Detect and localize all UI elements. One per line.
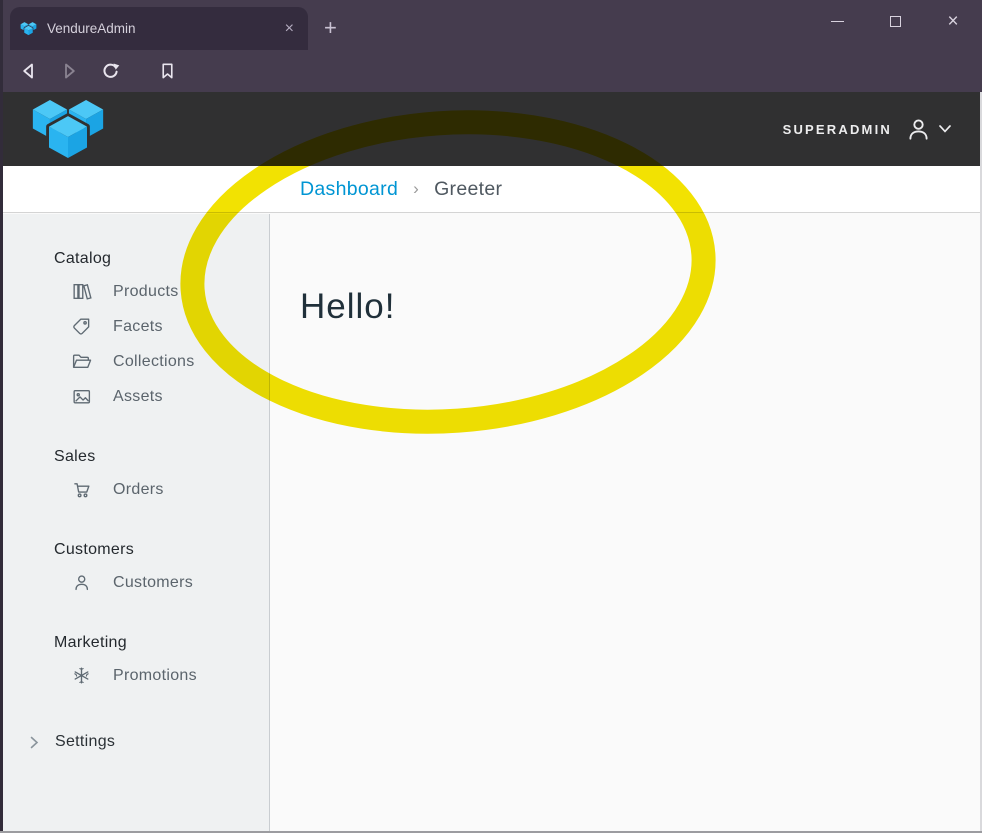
user-icon — [905, 116, 932, 143]
sidebar-item-customers[interactable]: Customers — [0, 565, 269, 600]
shopping-cart-icon — [70, 479, 92, 501]
sidebar-item-assets[interactable]: Assets — [0, 379, 269, 414]
tab-title: VendureAdmin — [47, 21, 273, 36]
section-title: Catalog — [54, 250, 269, 268]
forward-button[interactable] — [52, 50, 86, 92]
sidebar-item-collections[interactable]: Collections — [0, 344, 269, 379]
sidebar-item-facets[interactable]: Facets — [0, 309, 269, 344]
sidebar-item-label: Promotions — [113, 667, 197, 685]
close-icon: × — [947, 12, 958, 31]
sidebar-item-label: Assets — [113, 388, 163, 406]
sidebar-section-catalog: Catalog Products Facets — [0, 250, 269, 414]
breadcrumb-separator-icon: › — [413, 179, 419, 199]
sidebar-item-label: Collections — [113, 353, 195, 371]
image-icon — [70, 386, 92, 408]
browser-titlebar: VendureAdmin × + × — [0, 0, 982, 50]
section-title: Marketing — [54, 634, 269, 652]
sidebar-item-orders[interactable]: Orders — [0, 472, 269, 507]
breadcrumb-dashboard-link[interactable]: Dashboard — [300, 178, 398, 201]
maximize-icon — [890, 16, 901, 27]
close-window-button[interactable]: × — [930, 6, 976, 36]
sidebar-section-sales: Sales Orders — [0, 448, 269, 507]
new-tab-button[interactable]: + — [318, 15, 343, 41]
sidebar-item-promotions[interactable]: Promotions — [0, 658, 269, 693]
sidebar-section-customers: Customers Customers — [0, 541, 269, 600]
window-left-edge — [0, 0, 3, 833]
app-header: SUPERADMIN — [0, 92, 982, 166]
bookmark-icon — [158, 61, 177, 81]
sidebar-settings-toggle[interactable]: Settings — [0, 727, 269, 757]
reload-icon — [100, 61, 121, 82]
sidebar-item-label: Customers — [113, 574, 193, 592]
admin-username: SUPERADMIN — [783, 122, 892, 137]
asterisk-icon — [70, 665, 92, 687]
sidebar-item-label: Facets — [113, 318, 163, 336]
sidebar-nav: Catalog Products Facets — [0, 214, 270, 831]
greeting-text: Hello! — [300, 287, 982, 327]
settings-label: Settings — [55, 733, 115, 751]
header-right-group: SUPERADMIN — [783, 92, 952, 166]
section-title: Customers — [54, 541, 269, 559]
main-content: Hello! — [271, 214, 982, 831]
breadcrumb-current: Greeter — [434, 178, 502, 201]
tab-close-icon[interactable]: × — [281, 19, 298, 39]
tag-icon — [70, 316, 92, 338]
minimize-icon — [831, 21, 844, 22]
library-icon — [70, 281, 92, 303]
sidebar-item-label: Orders — [113, 481, 164, 499]
user-icon — [70, 572, 92, 594]
folder-open-icon — [70, 351, 92, 373]
chevron-down-icon — [938, 124, 952, 134]
vendure-favicon-icon — [20, 21, 38, 37]
minimize-button[interactable] — [814, 6, 860, 36]
bookmark-button[interactable] — [150, 50, 184, 92]
forward-arrow-icon — [59, 61, 79, 81]
breadcrumb: Dashboard › Greeter — [300, 166, 982, 212]
vendure-logo-icon — [30, 97, 106, 165]
section-title: Sales — [54, 448, 269, 466]
chevron-right-icon — [30, 736, 42, 748]
sidebar-item-products[interactable]: Products — [0, 274, 269, 309]
browser-tab[interactable]: VendureAdmin × — [10, 7, 308, 50]
browser-navbar: localhost:3000/admin/extensions/greet Pr… — [0, 50, 982, 92]
breadcrumb-bar: Dashboard › Greeter — [0, 166, 982, 213]
back-arrow-icon — [19, 61, 39, 81]
sidebar-section-marketing: Marketing Promotions — [0, 634, 269, 693]
user-menu-button[interactable] — [905, 116, 952, 143]
maximize-button[interactable] — [872, 6, 918, 36]
back-button[interactable] — [12, 50, 46, 92]
reload-button[interactable] — [93, 50, 127, 92]
sidebar-item-label: Products — [113, 283, 179, 301]
window-controls: × — [802, 4, 976, 38]
